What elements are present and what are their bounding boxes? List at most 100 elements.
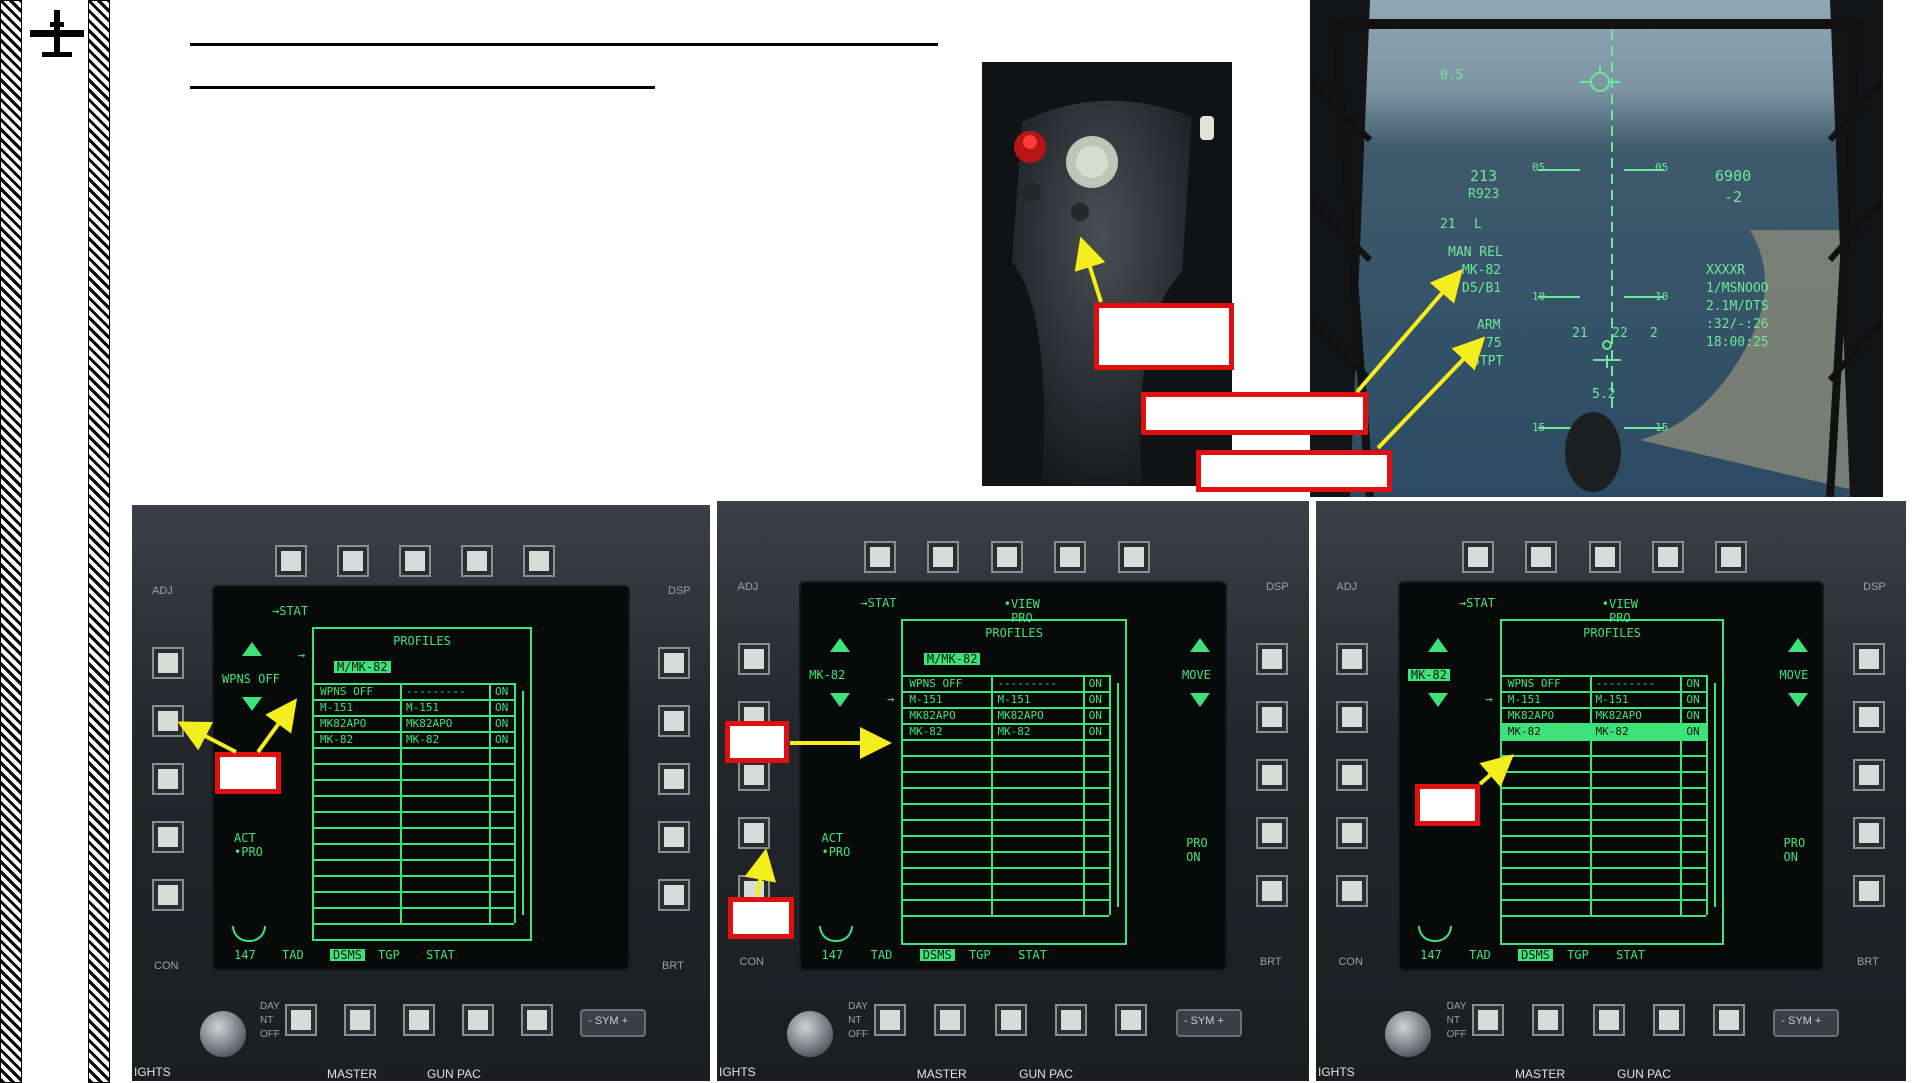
osb-top-button[interactable] (1653, 543, 1682, 571)
scroll-down-arrow-icon[interactable] (242, 697, 262, 711)
osb-right-button[interactable] (1257, 703, 1286, 731)
osb-bottom-button[interactable] (1534, 1006, 1563, 1034)
osb-right-button[interactable] (1854, 877, 1883, 905)
osb-bottom-button[interactable] (1057, 1006, 1086, 1034)
table-scrollbar[interactable] (1116, 683, 1119, 907)
osb-bottom-button[interactable] (464, 1006, 492, 1034)
table-gridline (314, 859, 514, 861)
con-rocker-label: CON (154, 960, 179, 972)
osb-right-button[interactable] (660, 881, 688, 909)
stat-label: →STAT (1458, 596, 1496, 610)
osb-bottom-button[interactable] (1654, 1006, 1683, 1034)
osb-left-button[interactable] (1338, 703, 1367, 731)
tab-tad[interactable]: TAD (871, 949, 893, 961)
scroll-up-arrow-icon[interactable] (1428, 638, 1449, 652)
tab-tgp[interactable]: TGP (378, 949, 400, 961)
osb-right-button[interactable] (1854, 761, 1883, 789)
move-up-arrow-icon[interactable] (1787, 638, 1808, 652)
osb-top-button[interactable] (1056, 543, 1085, 571)
tab-dsms[interactable]: DSMS (1518, 949, 1553, 961)
osb-left-button[interactable] (1338, 877, 1367, 905)
tab-stat[interactable]: STAT (1018, 949, 1047, 961)
hud-center-22: 22 (1612, 326, 1628, 341)
osb-top-button[interactable] (1119, 543, 1148, 571)
osb-bottom-button[interactable] (996, 1006, 1025, 1034)
osb-top-button[interactable] (525, 547, 553, 575)
table-gridline (314, 747, 514, 749)
day-night-knob[interactable] (1385, 1011, 1432, 1057)
tab-tgp[interactable]: TGP (1567, 949, 1589, 961)
sym-rocker[interactable]: - SYM + (1773, 1009, 1840, 1037)
sym-rocker[interactable]: - SYM + (580, 1009, 646, 1037)
osb-top-button[interactable] (401, 547, 429, 575)
osb-top-button[interactable] (929, 543, 957, 571)
osb-bottom-button[interactable] (346, 1006, 374, 1034)
osb-left-button[interactable] (154, 649, 182, 677)
move-down-arrow-icon[interactable] (1787, 693, 1808, 707)
osb-right-button[interactable] (1854, 703, 1883, 731)
osb-right-button[interactable] (660, 649, 688, 677)
tab-dsms[interactable]: DSMS (330, 949, 365, 961)
osb-right-button[interactable] (1257, 819, 1286, 847)
osb-bottom-button[interactable] (1594, 1006, 1623, 1034)
day-night-knob[interactable] (786, 1011, 833, 1057)
osb-top-button[interactable] (865, 543, 894, 571)
sym-rocker[interactable]: - SYM + (1175, 1009, 1242, 1037)
osb-right-button[interactable] (1854, 645, 1883, 673)
table-cell: ON (1686, 677, 1700, 690)
tab-tad[interactable]: TAD (1469, 949, 1491, 961)
scroll-up-arrow-icon[interactable] (829, 638, 850, 652)
scroll-down-arrow-icon[interactable] (1428, 693, 1449, 707)
table-gridline (903, 835, 1109, 837)
osb-left-button[interactable] (739, 761, 768, 789)
osb-right-button[interactable] (660, 707, 688, 735)
osb-top-button[interactable] (1464, 543, 1492, 571)
scroll-down-arrow-icon[interactable] (829, 693, 850, 707)
osb-bottom-button[interactable] (875, 1006, 904, 1034)
osb-left-button[interactable] (154, 707, 182, 735)
osb-right-button[interactable] (660, 765, 688, 793)
osb-bottom-button[interactable] (1117, 1006, 1146, 1034)
osb-left-button[interactable] (1338, 819, 1367, 847)
move-up-arrow-icon[interactable] (1190, 638, 1211, 652)
osb-left-button[interactable] (1338, 645, 1367, 673)
osb-left-button[interactable] (739, 645, 768, 673)
osb-right-button[interactable] (660, 823, 688, 851)
osb-bottom-button[interactable] (1715, 1006, 1744, 1034)
tab-dsms[interactable]: DSMS (919, 949, 955, 961)
osb-left-button[interactable] (154, 823, 182, 851)
osb-top-button[interactable] (1527, 543, 1556, 571)
osb-bottom-button[interactable] (405, 1006, 433, 1034)
osb-right-button[interactable] (1257, 645, 1286, 673)
osb-top-button[interactable] (992, 543, 1021, 571)
table-cell: --------- (997, 677, 1058, 690)
osb-top-button[interactable] (1717, 543, 1746, 571)
tab-stat[interactable]: STAT (426, 949, 455, 961)
osb-top-button[interactable] (463, 547, 491, 575)
osb-right-button[interactable] (1854, 819, 1883, 847)
day-night-knob[interactable] (200, 1011, 246, 1057)
osb-left-button[interactable] (154, 881, 182, 909)
osb-bottom-button[interactable] (1474, 1006, 1503, 1034)
tab-tad[interactable]: TAD (282, 949, 304, 961)
table-scrollbar[interactable] (1714, 683, 1717, 907)
scroll-up-arrow-icon[interactable] (242, 642, 262, 656)
osb-right-button[interactable] (1257, 877, 1286, 905)
osb-top-button[interactable] (277, 547, 305, 575)
nt-label: NT (848, 1015, 862, 1026)
table-scrollbar[interactable] (522, 691, 524, 915)
callout-box-joystick (1094, 303, 1234, 370)
osb-bottom-button[interactable] (523, 1006, 551, 1034)
tab-stat[interactable]: STAT (1616, 949, 1645, 961)
osb-bottom-button[interactable] (287, 1006, 315, 1034)
osb-bottom-button[interactable] (936, 1006, 965, 1034)
mfcd-screen: →STAT •VIEW PRO MK-82 MOVE ACT •PRO PRO ON PRO… (798, 581, 1228, 971)
osb-left-button[interactable] (154, 765, 182, 793)
osb-top-button[interactable] (339, 547, 367, 575)
osb-left-button[interactable] (739, 819, 768, 847)
move-down-arrow-icon[interactable] (1190, 693, 1211, 707)
osb-right-button[interactable] (1257, 761, 1286, 789)
osb-left-button[interactable] (1338, 761, 1367, 789)
tab-tgp[interactable]: TGP (969, 949, 991, 961)
osb-top-button[interactable] (1590, 543, 1619, 571)
